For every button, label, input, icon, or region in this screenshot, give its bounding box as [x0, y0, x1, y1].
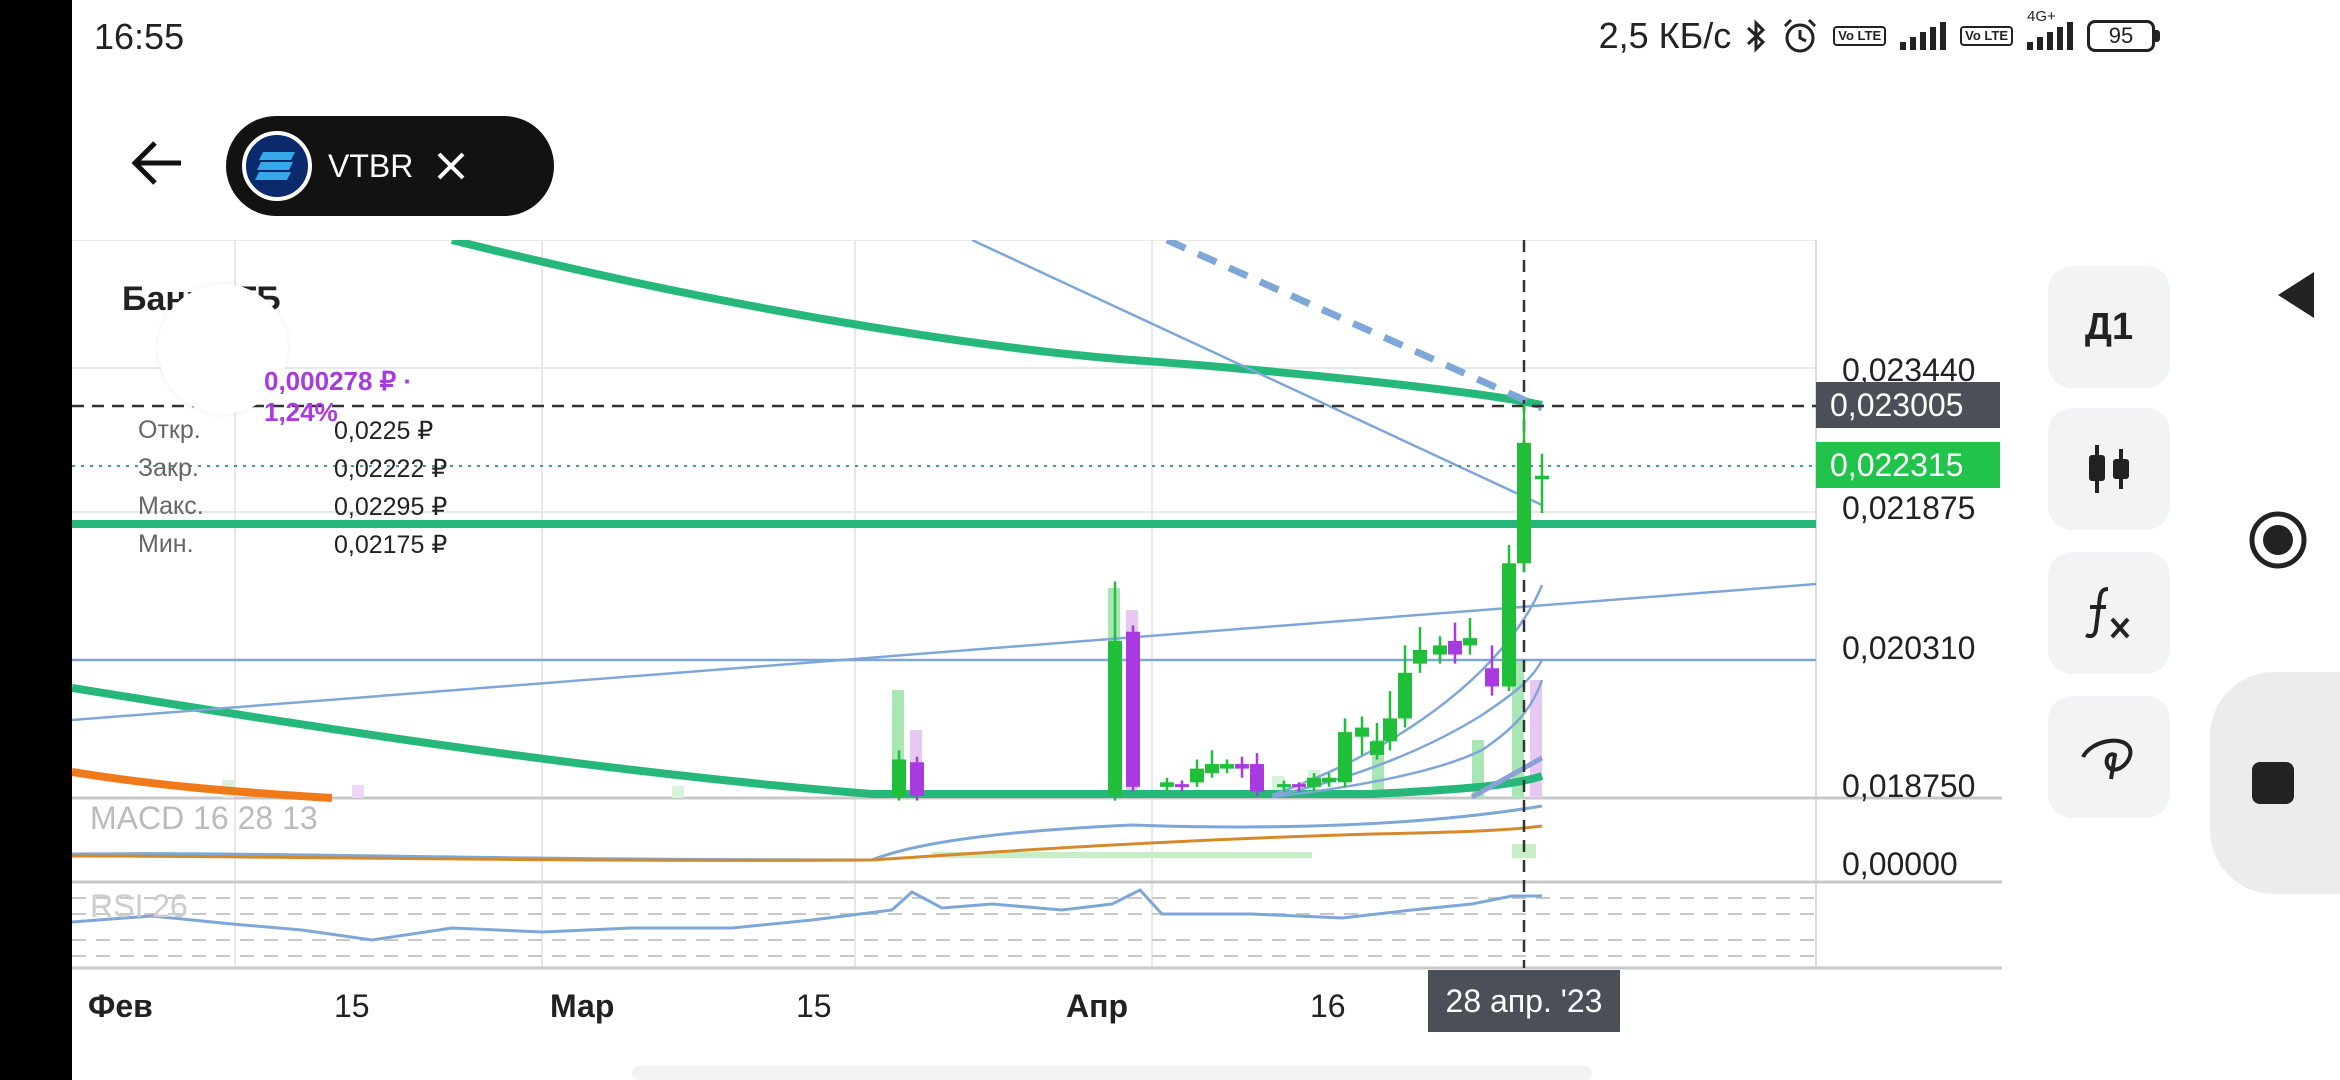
- candle-body: [1250, 764, 1264, 792]
- candle-body: [1338, 732, 1352, 783]
- candle-body: [1205, 764, 1219, 774]
- drawing-tools-button[interactable]: [2048, 696, 2170, 818]
- candle-body: [1322, 777, 1336, 783]
- candle-body: [1126, 631, 1140, 787]
- candle-body: [1433, 645, 1447, 655]
- back-arrow-icon: [131, 141, 181, 185]
- candle-body: [892, 759, 906, 796]
- candlestick-icon: [2089, 445, 2129, 493]
- nav-recent-icon[interactable]: [2252, 762, 2294, 804]
- candle-body: [1502, 563, 1516, 687]
- battery-level: 95: [2087, 20, 2155, 52]
- status-icons: 2,5 КБ/с Vo LTE Vo LTE 4G+ 95: [1598, 8, 2160, 58]
- signal-icon: [1900, 22, 1947, 50]
- candle-body: [1235, 764, 1249, 769]
- drawing-tool-icon: [2081, 738, 2133, 780]
- ticker-chip[interactable]: VTBR: [226, 116, 554, 216]
- time-axis-label: 15: [334, 988, 370, 1024]
- signal-4g-group: 4G+: [2027, 8, 2073, 50]
- candle-body: [1535, 475, 1549, 480]
- nav-home-icon: [2249, 511, 2307, 569]
- screen: 16:55 2,5 КБ/с Vo LTE Vo LTE 4G+ 95 VTBR: [72, 0, 2340, 1080]
- status-bar: 16:55 2,5 КБ/с Vo LTE Vo LTE 4G+ 95: [72, 0, 2340, 72]
- candle-body: [1370, 741, 1384, 755]
- candle-body: [1398, 672, 1412, 719]
- candle-body: [1292, 784, 1306, 788]
- legend-high-value: 0,02295 ₽: [334, 493, 448, 521]
- candle-body: [1160, 782, 1174, 787]
- alarm-icon: [1784, 18, 1817, 53]
- macd-indicator-label[interactable]: MACD 16 28 13: [90, 800, 318, 837]
- candle-body: [1448, 640, 1462, 655]
- legend-open-label: Откр.: [138, 416, 201, 444]
- time-axis-label: Фев: [88, 988, 153, 1024]
- indicators-button[interactable]: [2048, 552, 2170, 674]
- legend-high-label: Макс.: [138, 492, 204, 520]
- candle-body: [1383, 718, 1397, 742]
- legend-close-label: Закр.: [138, 454, 199, 482]
- battery-tip: [2155, 30, 2160, 42]
- home-indicator[interactable]: [632, 1066, 1592, 1080]
- legend-close-value: 0,02222 ₽: [334, 455, 448, 483]
- price-label: 0,018750: [1842, 768, 1976, 804]
- current-price-tag: 0,022315: [1816, 442, 2000, 488]
- volte-badge-1: Vo LTE: [1833, 26, 1887, 46]
- nav-back-icon: [2278, 272, 2314, 318]
- chart-type-button[interactable]: [2048, 408, 2170, 530]
- price-label: 0,021875: [1842, 490, 1976, 526]
- ohlc-legend: Банк ВТБ 0,000278 ₽ · 1,24% Откр. 0,0225…: [118, 268, 447, 580]
- candle-body: [1175, 784, 1189, 788]
- nav-back-button[interactable]: [2274, 270, 2318, 325]
- vtb-logo-icon: [242, 131, 312, 201]
- volume-bar: [672, 786, 684, 798]
- status-time: 16:55: [94, 16, 185, 57]
- candle-body: [1108, 640, 1122, 796]
- candle-body: [1190, 768, 1204, 783]
- candle-body: [1485, 668, 1499, 687]
- indicators-fx-icon: [2085, 587, 2130, 639]
- candle-body: [910, 762, 924, 796]
- volte-badge-2: Vo LTE: [1960, 26, 2013, 46]
- ticker-label: VTBR: [328, 147, 414, 184]
- time-axis-label: Апр: [1066, 988, 1128, 1024]
- legend-low-value: 0,02175 ₽: [334, 531, 448, 559]
- candle-body: [1517, 442, 1531, 564]
- candle-body: [1277, 784, 1291, 788]
- trend-line-up: [72, 582, 1817, 722]
- ma-line-long: [451, 240, 1543, 409]
- candle-body: [1355, 727, 1369, 737]
- time-axis-label: Мар: [550, 988, 615, 1024]
- ma-line-orange: [72, 768, 333, 802]
- time-axis-label: 16: [1310, 988, 1346, 1024]
- price-label: 0,020310: [1842, 630, 1976, 666]
- net-type-label: 4G+: [2027, 8, 2056, 25]
- legend-low-label: Мин.: [138, 530, 194, 558]
- signal-icon-2: [2027, 22, 2073, 50]
- bluetooth-icon: [1747, 19, 1766, 53]
- crosshair-date-tag: 28 апр. '23: [1428, 970, 1620, 1032]
- candle-body: [1307, 777, 1321, 787]
- candle-body: [1220, 764, 1234, 769]
- legend-open-value: 0,0225 ₽: [334, 417, 434, 445]
- crosshair-price-tag: 0,023005: [1816, 382, 2000, 428]
- period-button[interactable]: Д1: [2048, 266, 2170, 388]
- rsi-indicator-label[interactable]: RSI 26: [90, 888, 188, 925]
- back-button[interactable]: [122, 128, 192, 198]
- time-axis-label: 15: [796, 988, 832, 1024]
- candle-body: [1463, 638, 1477, 646]
- network-speed: 2,5 КБ/с: [1598, 15, 1732, 56]
- battery-icon: 95: [2087, 20, 2160, 52]
- close-ticker-button[interactable]: [433, 148, 469, 184]
- macd-zero-label: 0,00000: [1842, 846, 1958, 882]
- period-label: Д1: [2084, 305, 2134, 348]
- nav-home-button[interactable]: [2248, 510, 2308, 575]
- volume-bar: [352, 785, 364, 798]
- candle-body: [1413, 649, 1427, 664]
- close-icon: [437, 152, 465, 180]
